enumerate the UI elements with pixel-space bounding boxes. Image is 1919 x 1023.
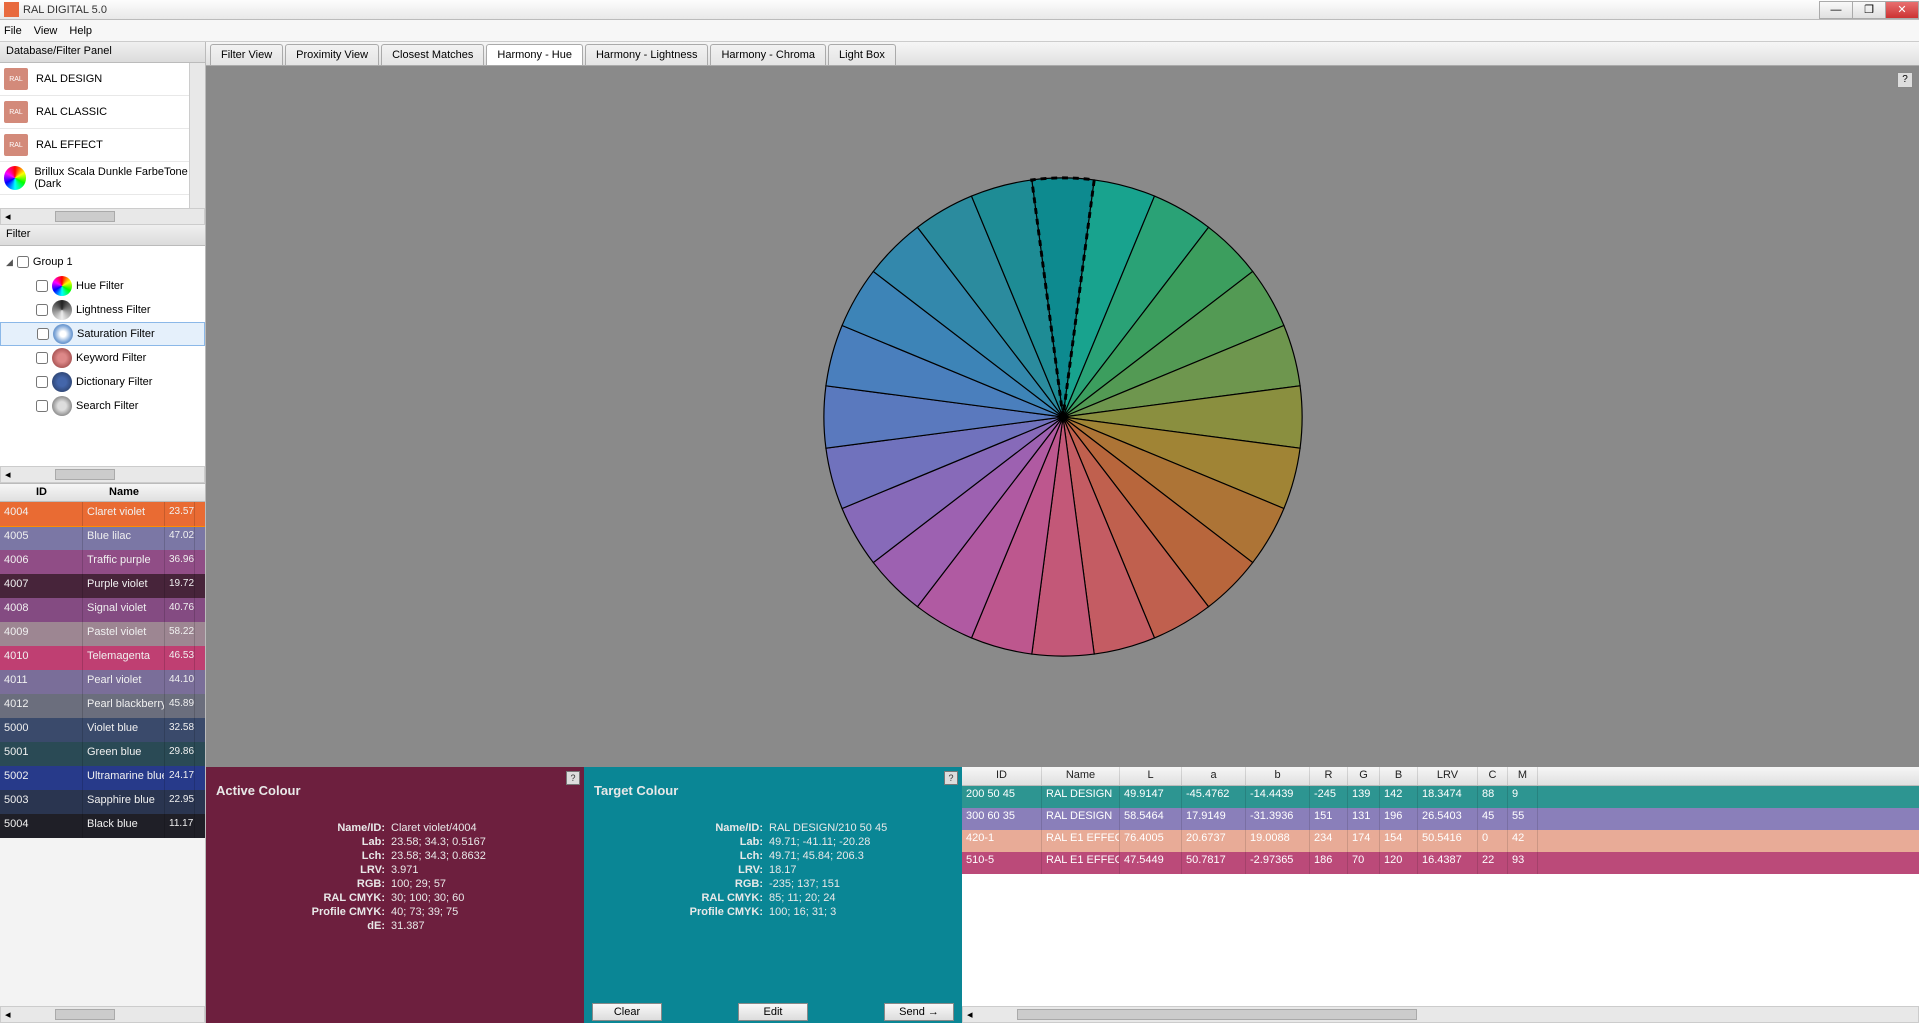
filter-icon xyxy=(52,348,72,368)
db-hscroll[interactable]: ◂ xyxy=(0,208,205,225)
tab-closest-matches[interactable]: Closest Matches xyxy=(381,44,484,65)
target-colour-panel: ? Target Colour Name/ID:RAL DESIGN/210 5… xyxy=(584,767,962,1023)
menu-view[interactable]: View xyxy=(34,25,58,37)
color-table: 4004Claret violet23.5704005Blue lilac47.… xyxy=(0,502,205,1006)
filter-icon xyxy=(53,324,73,344)
menu-file[interactable]: File xyxy=(4,25,22,37)
send-button[interactable]: Send → xyxy=(884,1003,954,1021)
filter-panel-header: Filter xyxy=(0,225,205,246)
tab-proximity-view[interactable]: Proximity View xyxy=(285,44,379,65)
app-icon xyxy=(4,2,19,17)
filter-tree: ◢Group 1 Hue FilterLightness FilterSatur… xyxy=(0,246,205,466)
color-table-header: ID Name xyxy=(0,483,205,502)
database-filter-panel-header: Database/Filter Panel xyxy=(0,42,205,63)
filter-group[interactable]: ◢Group 1 xyxy=(0,250,205,274)
target-colour-title: Target Colour xyxy=(594,783,952,798)
color-row-5002[interactable]: 5002Ultramarine blue24.178 xyxy=(0,766,205,790)
colortbl-hscroll[interactable]: ◂ xyxy=(0,1006,205,1023)
color-row-4011[interactable]: 4011Pearl violet44.103 xyxy=(0,670,205,694)
help-button[interactable]: ? xyxy=(1897,72,1913,88)
col-m[interactable]: M xyxy=(1508,767,1538,785)
color-wheel[interactable] xyxy=(818,172,1308,662)
filter-icon xyxy=(52,276,72,296)
tab-harmony-lightness[interactable]: Harmony - Lightness xyxy=(585,44,709,65)
col-name[interactable]: Name xyxy=(1042,767,1120,785)
color-row-4009[interactable]: 4009Pastel violet58.220 xyxy=(0,622,205,646)
minimize-button[interactable]: — xyxy=(1819,1,1853,19)
menu-bar: File View Help xyxy=(0,20,1919,42)
col-l[interactable]: L xyxy=(1120,767,1182,785)
filter-icon xyxy=(52,396,72,416)
filter-dictionary-filter[interactable]: Dictionary Filter xyxy=(0,370,205,394)
col-id[interactable]: ID xyxy=(962,767,1042,785)
color-row-4006[interactable]: 4006Traffic purple36.964 xyxy=(0,550,205,574)
col-a[interactable]: a xyxy=(1182,767,1246,785)
tab-harmony-chroma[interactable]: Harmony - Chroma xyxy=(710,44,826,65)
result-row[interactable]: 200 50 45RAL DESIGN49.9147-45.4762-14.44… xyxy=(962,786,1919,808)
tab-light-box[interactable]: Light Box xyxy=(828,44,896,65)
db-vscroll[interactable] xyxy=(189,63,205,208)
database-list: RALRAL DESIGN RALRAL CLASSIC RALRAL EFFE… xyxy=(0,63,205,208)
color-row-4004[interactable]: 4004Claret violet23.570 xyxy=(0,502,205,526)
db-item-ral-classic[interactable]: RALRAL CLASSIC xyxy=(0,96,205,129)
filter-keyword-filter[interactable]: Keyword Filter xyxy=(0,346,205,370)
tab-filter-view[interactable]: Filter View xyxy=(210,44,283,65)
col-r[interactable]: R xyxy=(1310,767,1348,785)
active-colour-title: Active Colour xyxy=(216,783,574,798)
db-item-ral-design[interactable]: RALRAL DESIGN xyxy=(0,63,205,96)
help-icon[interactable]: ? xyxy=(566,771,580,785)
tab-harmony-hue[interactable]: Harmony - Hue xyxy=(486,44,583,65)
menu-help[interactable]: Help xyxy=(69,25,92,37)
result-row[interactable]: 510-5RAL E1 EFFECT47.544950.7817-2.97365… xyxy=(962,852,1919,874)
edit-button[interactable]: Edit xyxy=(738,1003,808,1021)
filter-lightness-filter[interactable]: Lightness Filter xyxy=(0,298,205,322)
results-hscroll[interactable]: ◂ xyxy=(962,1006,1919,1023)
filter-hscroll[interactable]: ◂ xyxy=(0,466,205,483)
filter-search-filter[interactable]: Search Filter xyxy=(0,394,205,418)
active-colour-panel: ? Active Colour Name/ID:Claret violet/40… xyxy=(206,767,584,1023)
color-row-5003[interactable]: 5003Sapphire blue22.956 xyxy=(0,790,205,814)
color-wheel-area: ? xyxy=(206,66,1919,767)
color-row-4010[interactable]: 4010Telemagenta46.538 xyxy=(0,646,205,670)
filter-saturation-filter[interactable]: Saturation Filter xyxy=(0,322,205,346)
results-table: IDNameLabRGBLRVCM 200 50 45RAL DESIGN49.… xyxy=(962,767,1919,1023)
db-item-brillux[interactable]: Brillux Scala Dunkle FarbeTone (Dark xyxy=(0,162,205,195)
color-row-4008[interactable]: 4008Signal violet40.760 xyxy=(0,598,205,622)
color-row-5000[interactable]: 5000Violet blue32.585 xyxy=(0,718,205,742)
col-b[interactable]: b xyxy=(1246,767,1310,785)
color-row-4012[interactable]: 4012Pearl blackberry45.893 xyxy=(0,694,205,718)
color-row-4005[interactable]: 4005Blue lilac47.024 xyxy=(0,526,205,550)
title-bar: RAL DIGITAL 5.0 — ❐ ✕ xyxy=(0,0,1919,20)
clear-button[interactable]: Clear xyxy=(592,1003,662,1021)
color-row-5004[interactable]: 5004Black blue11.17 xyxy=(0,814,205,838)
window-title: RAL DIGITAL 5.0 xyxy=(23,4,1820,16)
filter-hue-filter[interactable]: Hue Filter xyxy=(0,274,205,298)
filter-icon xyxy=(52,300,72,320)
col-b[interactable]: B xyxy=(1380,767,1418,785)
color-row-5001[interactable]: 5001Green blue29.865 xyxy=(0,742,205,766)
filter-icon xyxy=(52,372,72,392)
db-item-ral-effect[interactable]: RALRAL EFFECT xyxy=(0,129,205,162)
tab-strip: Filter ViewProximity ViewClosest Matches… xyxy=(206,42,1919,66)
maximize-button[interactable]: ❐ xyxy=(1852,1,1886,19)
col-lrv[interactable]: LRV xyxy=(1418,767,1478,785)
help-icon[interactable]: ? xyxy=(944,771,958,785)
close-button[interactable]: ✕ xyxy=(1885,1,1919,19)
col-c[interactable]: C xyxy=(1478,767,1508,785)
col-g[interactable]: G xyxy=(1348,767,1380,785)
color-row-4007[interactable]: 4007Purple violet19.721 xyxy=(0,574,205,598)
result-row[interactable]: 420-1RAL E1 EFFECT76.400520.673719.00882… xyxy=(962,830,1919,852)
result-row[interactable]: 300 60 35RAL DESIGN58.546417.9149-31.393… xyxy=(962,808,1919,830)
